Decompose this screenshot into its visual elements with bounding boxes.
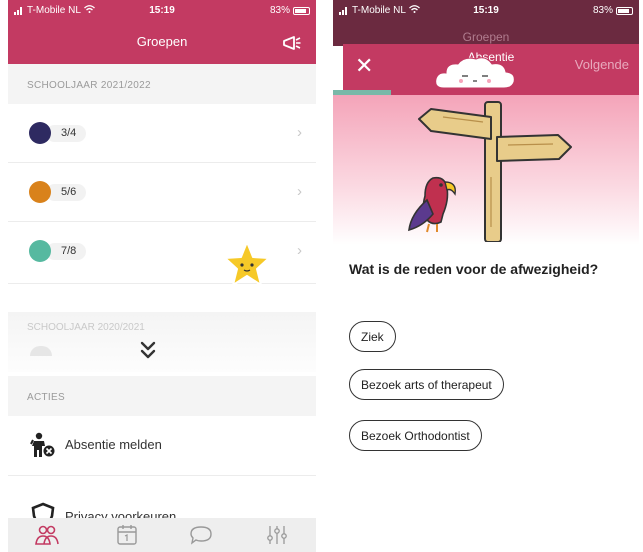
groups-screen: T-Mobile NL 15:19 83% Groepen SCHOOLJAAR… <box>8 0 316 552</box>
battery-label: 83% <box>592 5 613 16</box>
chevron-right-icon: › <box>297 242 302 259</box>
star-mascot-icon <box>224 241 270 286</box>
megaphone-icon[interactable] <box>282 35 302 51</box>
dimmed-background-header: T-Mobile NL 15:19 83% Groepen <box>333 0 639 46</box>
double-chevron-down-icon[interactable] <box>138 339 158 361</box>
absence-person-icon <box>30 432 55 457</box>
group-label: 3/4 <box>46 125 87 142</box>
group-color-dot <box>29 240 51 262</box>
section-header-previous-year: SCHOOLJAAR 2020/2021 <box>27 322 145 333</box>
section-header-actions: ACTIES <box>8 376 316 416</box>
option-orthodontist[interactable]: Bezoek Orthodontist <box>349 420 482 451</box>
battery-icon <box>616 6 633 15</box>
next-button[interactable]: Volgende <box>575 57 629 72</box>
page-title: Groepen <box>136 34 188 49</box>
chat-icon[interactable] <box>189 524 213 546</box>
absence-modal-screen: T-Mobile NL 15:19 83% Groepen ✕ Absentie… <box>333 0 639 552</box>
absence-report-row[interactable]: Absentie melden <box>8 416 316 476</box>
action-label: Absentie melden <box>65 437 162 452</box>
section-header-current-year: SCHOOLJAAR 2021/2022 <box>8 64 316 104</box>
tab-bar <box>8 518 316 552</box>
group-label: 5/6 <box>46 184 87 201</box>
settings-sliders-icon[interactable] <box>265 524 289 546</box>
cloud-mascot-icon <box>435 57 515 89</box>
status-bar: T-Mobile NL 15:19 83% <box>333 0 639 20</box>
group-label: 7/8 <box>46 243 87 260</box>
chevron-right-icon: › <box>297 183 302 200</box>
group-color-dot <box>29 122 51 144</box>
group-color-dot <box>30 346 52 356</box>
status-bar: T-Mobile NL 15:19 83% <box>8 0 316 20</box>
group-row-1[interactable]: 3/4 › <box>8 104 316 163</box>
background-page-title: Groepen <box>462 30 510 44</box>
battery-icon <box>293 6 310 15</box>
group-row-2[interactable]: 5/6 › <box>8 163 316 222</box>
parrot-illustration <box>408 176 456 233</box>
option-ziek[interactable]: Ziek <box>349 321 396 352</box>
group-color-dot <box>29 181 51 203</box>
chevron-right-icon: › <box>297 124 302 141</box>
previous-year-section: SCHOOLJAAR 2020/2021 <box>8 312 316 372</box>
groups-icon[interactable] <box>35 524 59 546</box>
option-arts-therapeut[interactable]: Bezoek arts of therapeut <box>349 369 504 400</box>
question-text: Wat is de reden voor de afwezigheid? <box>349 261 599 277</box>
groups-header: T-Mobile NL 15:19 83% Groepen <box>8 0 316 64</box>
calendar-icon[interactable] <box>115 524 139 546</box>
battery-label: 83% <box>269 5 290 16</box>
